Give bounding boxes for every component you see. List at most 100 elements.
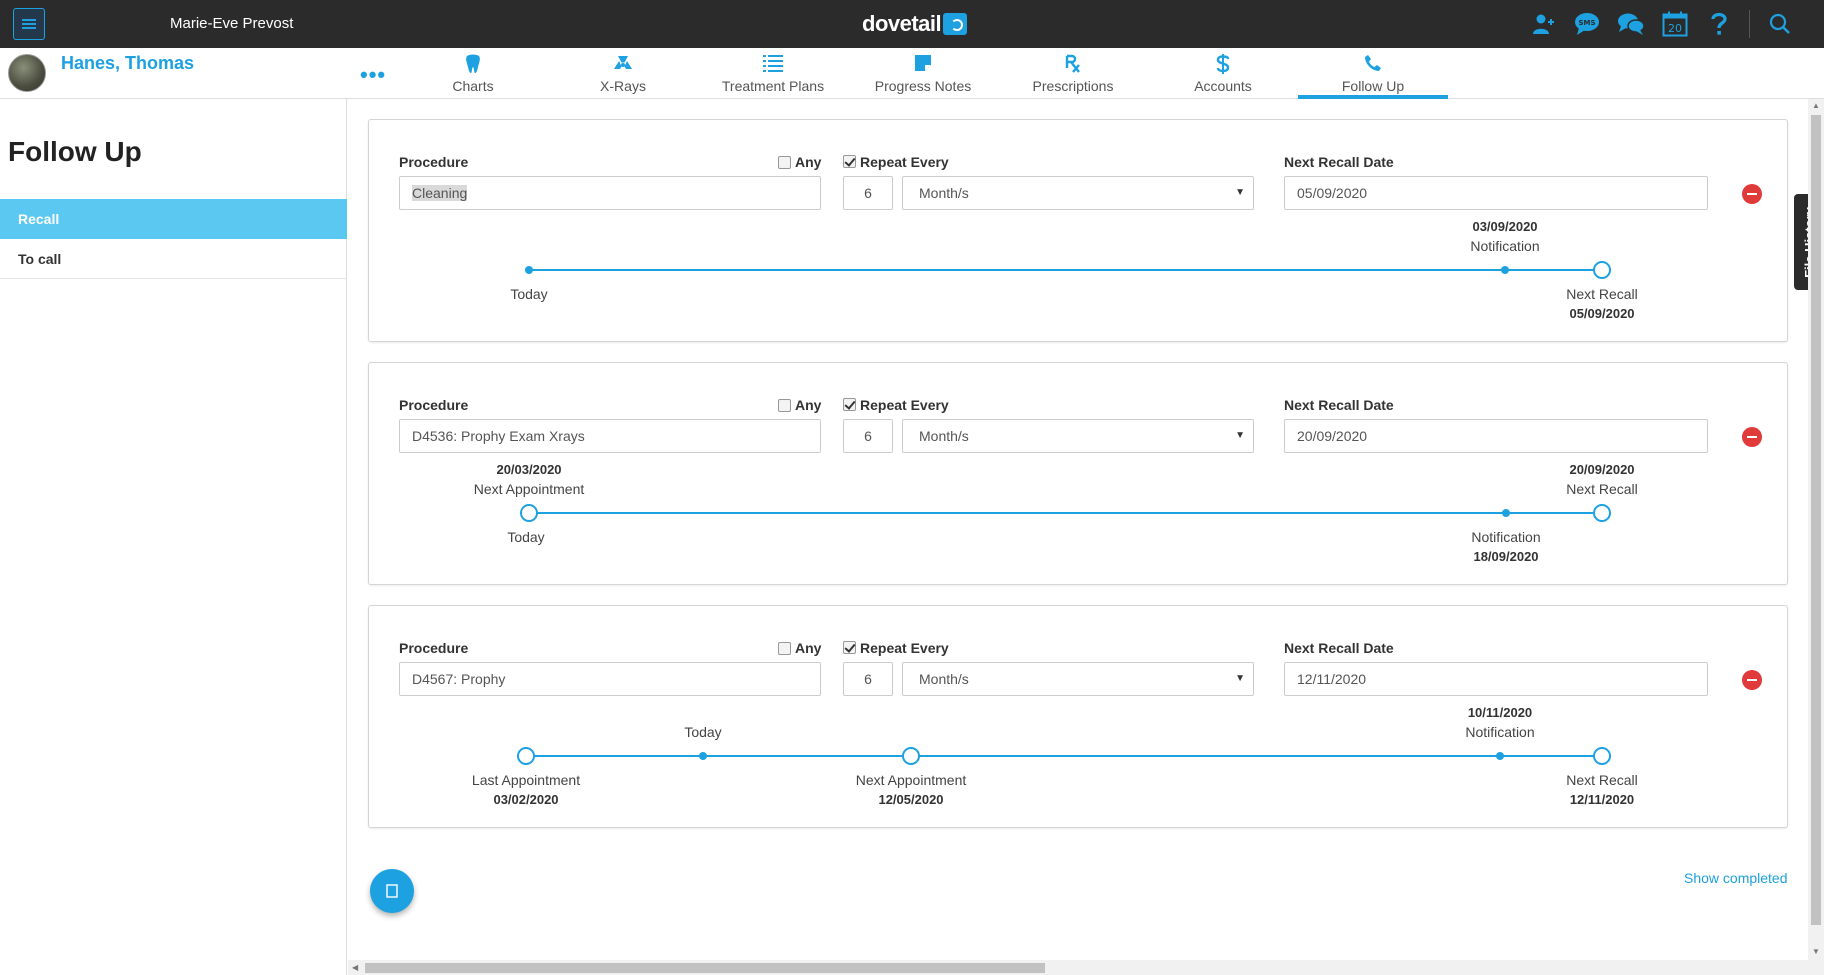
- calendar-icon[interactable]: 20: [1661, 10, 1689, 38]
- notification-label: Notification: [1465, 724, 1535, 740]
- unit-value: Month/s: [919, 671, 969, 687]
- patient-header: Hanes, Thomas ••• Charts X-Rays Treatmen…: [0, 48, 1824, 99]
- next-recall-label: Next Recall: [1566, 481, 1638, 497]
- unit-select[interactable]: Month/s ▼: [902, 176, 1254, 210]
- user-name[interactable]: Marie-Eve Prevost: [170, 15, 293, 32]
- help-icon[interactable]: [1705, 10, 1733, 38]
- add-icon: [386, 884, 398, 898]
- interval-input[interactable]: 6: [843, 176, 893, 210]
- show-completed-link[interactable]: Show completed: [1684, 870, 1788, 886]
- tab-label: Progress Notes: [874, 78, 972, 94]
- interval-input[interactable]: 6: [843, 662, 893, 696]
- last-appointment-date: 03/02/2020: [493, 792, 559, 807]
- sidebar: Follow Up Recall To call: [0, 99, 347, 975]
- add-patient-icon[interactable]: [1529, 10, 1557, 38]
- unit-select[interactable]: Month/s ▼: [902, 419, 1254, 453]
- next-recall-label: Next Recall: [1566, 772, 1638, 788]
- tab-accounts[interactable]: Accounts: [1148, 48, 1298, 99]
- horizontal-scrollbar[interactable]: ◀: [348, 960, 1824, 975]
- any-checkbox[interactable]: [778, 399, 791, 412]
- tab-prescriptions[interactable]: Prescriptions: [998, 48, 1148, 99]
- next-recall-date: 12/11/2020: [1569, 792, 1635, 807]
- notification-label: Notification: [1471, 529, 1541, 545]
- timeline-next-appointment-node: [902, 747, 920, 765]
- timeline-today-label: Today: [510, 286, 548, 302]
- next-appointment-date: 12/05/2020: [878, 792, 944, 807]
- sidebar-item-recall[interactable]: Recall: [0, 199, 347, 239]
- hamburger-menu-button[interactable]: [13, 8, 45, 40]
- remove-recall-button[interactable]: [1742, 670, 1762, 690]
- page-title: Follow Up: [8, 136, 142, 167]
- last-appointment-label: Last Appointment: [471, 772, 581, 788]
- timeline-next-recall-node: [1593, 261, 1611, 279]
- procedure-input[interactable]: Cleaning: [399, 176, 821, 210]
- logo-text: dovetail: [862, 11, 942, 36]
- timeline-notification-dot: [1501, 266, 1509, 274]
- dovetail-logo[interactable]: dovetail: [862, 11, 968, 37]
- sms-icon[interactable]: SMS: [1573, 10, 1601, 38]
- vertical-scrollbar[interactable]: ▲ ▼: [1808, 99, 1824, 960]
- next-appointment-label: Next Appointment: [473, 481, 585, 497]
- tab-follow-up[interactable]: Follow Up: [1298, 48, 1448, 99]
- calendar-day: 20: [1668, 22, 1682, 35]
- any-checkbox[interactable]: [778, 642, 791, 655]
- repeat-every-label: Repeat Every: [860, 397, 949, 413]
- next-recall-date-label: Next Recall Date: [1284, 397, 1394, 413]
- any-checkbox[interactable]: [778, 156, 791, 169]
- vertical-scroll-thumb[interactable]: [1811, 115, 1821, 925]
- next-recall-date-input[interactable]: 20/09/2020: [1284, 419, 1708, 453]
- procedure-input[interactable]: D4536: Prophy Exam Xrays: [399, 419, 821, 453]
- recall-card: Procedure Any Cleaning Repeat Every 6 Mo…: [368, 119, 1788, 342]
- repeat-checkbox[interactable]: [843, 398, 856, 411]
- patient-avatar[interactable]: [8, 54, 46, 92]
- repeat-checkbox[interactable]: [843, 641, 856, 654]
- sidebar-item-to-call[interactable]: To call: [0, 239, 347, 279]
- logo-mark-icon: [943, 13, 968, 35]
- caret-down-icon: ▼: [1235, 430, 1245, 441]
- remove-recall-button[interactable]: [1742, 184, 1762, 204]
- timeline-last-appointment-node: [517, 747, 535, 765]
- tab-label: Charts: [452, 78, 494, 94]
- search-icon[interactable]: [1766, 10, 1794, 38]
- unit-select[interactable]: Month/s ▼: [902, 662, 1254, 696]
- patient-name[interactable]: Hanes, Thomas: [61, 53, 194, 74]
- timeline-next-recall-node: [1593, 747, 1611, 765]
- notification-date: 03/09/2020: [1472, 219, 1538, 234]
- note-icon: [848, 54, 998, 76]
- tab-progress-notes[interactable]: Progress Notes: [848, 48, 998, 99]
- scroll-left-icon[interactable]: ◀: [352, 963, 358, 972]
- repeat-checkbox[interactable]: [843, 155, 856, 168]
- procedure-input[interactable]: D4567: Prophy: [399, 662, 821, 696]
- repeat-every-label: Repeat Every: [860, 640, 949, 656]
- any-label: Any: [795, 640, 822, 656]
- timeline-next-appointment-node: [520, 504, 538, 522]
- separator: [1749, 10, 1750, 38]
- more-options-icon[interactable]: •••: [360, 62, 386, 88]
- scroll-down-icon[interactable]: ▼: [1812, 947, 1820, 956]
- next-recall-date-input[interactable]: 12/11/2020: [1284, 662, 1708, 696]
- next-recall-date-label: Next Recall Date: [1284, 154, 1394, 170]
- notification-date: 18/09/2020: [1473, 549, 1539, 564]
- menu-icon: [22, 19, 36, 29]
- next-recall-date: 20/09/2020: [1569, 462, 1635, 477]
- timeline-next-recall-node: [1593, 504, 1611, 522]
- radiation-icon: [548, 54, 698, 76]
- next-appointment-date: 20/03/2020: [496, 462, 562, 477]
- procedure-label: Procedure: [399, 397, 469, 413]
- tooth-icon: [398, 54, 548, 76]
- notification-date: 10/11/2020: [1467, 705, 1533, 720]
- add-recall-button[interactable]: [370, 869, 414, 913]
- tab-treatment-plans[interactable]: Treatment Plans: [698, 48, 848, 99]
- timeline-line: [526, 755, 1602, 757]
- chat-icon[interactable]: [1617, 10, 1645, 38]
- next-recall-date-input[interactable]: 05/09/2020: [1284, 176, 1708, 210]
- timeline-today-label: Today: [684, 724, 722, 740]
- procedure-label: Procedure: [399, 640, 469, 656]
- tab-charts[interactable]: Charts: [398, 48, 548, 99]
- interval-input[interactable]: 6: [843, 419, 893, 453]
- scroll-up-icon[interactable]: ▲: [1812, 101, 1820, 110]
- horizontal-scroll-thumb[interactable]: [365, 963, 1045, 973]
- timeline-today-dot: [525, 266, 533, 274]
- tab-x-rays[interactable]: X-Rays: [548, 48, 698, 99]
- remove-recall-button[interactable]: [1742, 427, 1762, 447]
